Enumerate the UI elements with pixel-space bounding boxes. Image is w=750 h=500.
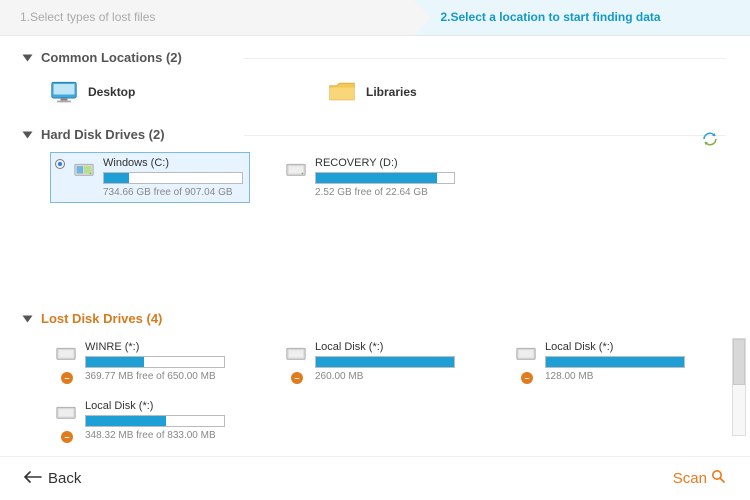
wizard-steps: 1.Select types of lost files 2.Select a …	[0, 0, 750, 36]
scan-button[interactable]: Scan	[673, 469, 726, 488]
drive-name: RECOVERY (D:)	[315, 157, 475, 169]
hard-drives-grid: Windows (C:) 734.66 GB free of 907.04 GB…	[24, 152, 726, 203]
step-1[interactable]: 1.Select types of lost files	[0, 0, 413, 35]
hdd-icon	[55, 341, 77, 366]
section-lost-drives: Lost Disk Drives (4) – WINRE (*:) 369.77…	[24, 311, 726, 446]
back-label: Back	[48, 470, 81, 487]
usage-bar	[315, 172, 455, 184]
lost-badge-icon: –	[291, 372, 303, 384]
drive-name: Local Disk (*:)	[545, 341, 705, 353]
lost-drive-local-2[interactable]: – Local Disk (*:) 128.00 MB	[510, 336, 710, 387]
scan-label: Scan	[673, 470, 707, 487]
back-button[interactable]: Back	[24, 470, 81, 487]
drive-name: Local Disk (*:)	[85, 400, 245, 412]
desktop-icon	[50, 78, 78, 107]
drive-info: 369.77 MB free of 650.00 MB	[85, 371, 245, 382]
usage-bar	[315, 356, 455, 368]
footer-bar: Back Scan	[0, 456, 750, 500]
drive-name: WINRE (*:)	[85, 341, 245, 353]
hdd-icon	[285, 341, 307, 366]
lost-badge-icon: –	[61, 372, 73, 384]
section-common-locations: Common Locations (2) Desktop Libraries	[24, 50, 726, 109]
section-title: Hard Disk Drives (2)	[41, 127, 165, 142]
lost-drive-winre[interactable]: – WINRE (*:) 369.77 MB free of 650.00 MB	[50, 336, 250, 387]
usage-bar	[85, 356, 225, 368]
usage-bar	[103, 172, 243, 184]
lost-drives-grid: – WINRE (*:) 369.77 MB free of 650.00 MB…	[24, 336, 726, 446]
lost-drive-local-3[interactable]: – Local Disk (*:) 348.32 MB free of 833.…	[50, 395, 250, 446]
hdd-icon	[73, 157, 95, 182]
section-title: Lost Disk Drives (4)	[41, 311, 162, 326]
drive-windows-c[interactable]: Windows (C:) 734.66 GB free of 907.04 GB	[50, 152, 250, 203]
drive-info: 260.00 MB	[315, 371, 475, 382]
libraries-icon	[328, 78, 356, 107]
drive-info: 128.00 MB	[545, 371, 705, 382]
section-hard-drives: Hard Disk Drives (2) Windows (C:) 734.66…	[24, 127, 726, 203]
lost-drive-local-1[interactable]: – Local Disk (*:) 260.00 MB	[280, 336, 480, 387]
location-label: Libraries	[366, 85, 417, 99]
step-2: 2.Select a location to start finding dat…	[413, 0, 750, 35]
hdd-icon	[285, 157, 307, 182]
usage-bar	[545, 356, 685, 368]
drive-info: 2.52 GB free of 22.64 GB	[315, 187, 475, 198]
drive-info: 734.66 GB free of 907.04 GB	[103, 187, 245, 198]
hdd-icon	[515, 341, 537, 366]
scrollbar-thumb[interactable]	[733, 339, 745, 385]
lost-badge-icon: –	[61, 431, 73, 443]
scrollbar[interactable]	[732, 338, 746, 436]
arrow-left-icon	[24, 470, 42, 487]
hdd-icon	[55, 400, 77, 425]
collapse-icon	[23, 315, 33, 322]
location-libraries[interactable]: Libraries	[328, 75, 518, 109]
drive-name: Windows (C:)	[103, 157, 245, 169]
collapse-icon	[23, 54, 33, 61]
lost-badge-icon: –	[521, 372, 533, 384]
drive-info: 348.32 MB free of 833.00 MB	[85, 430, 245, 441]
usage-bar	[85, 415, 225, 427]
collapse-icon	[23, 131, 33, 138]
refresh-icon[interactable]	[702, 131, 718, 150]
main-content: Common Locations (2) Desktop Libraries H…	[0, 36, 750, 456]
location-label: Desktop	[88, 85, 135, 99]
section-title: Common Locations (2)	[41, 50, 182, 65]
search-icon	[711, 469, 726, 488]
location-desktop[interactable]: Desktop	[50, 75, 240, 109]
drive-recovery-d[interactable]: RECOVERY (D:) 2.52 GB free of 22.64 GB	[280, 152, 480, 203]
drive-name: Local Disk (*:)	[315, 341, 475, 353]
section-header-lost[interactable]: Lost Disk Drives (4)	[24, 311, 726, 326]
common-locations-grid: Desktop Libraries	[24, 75, 726, 109]
radio-selected-icon	[55, 159, 65, 169]
